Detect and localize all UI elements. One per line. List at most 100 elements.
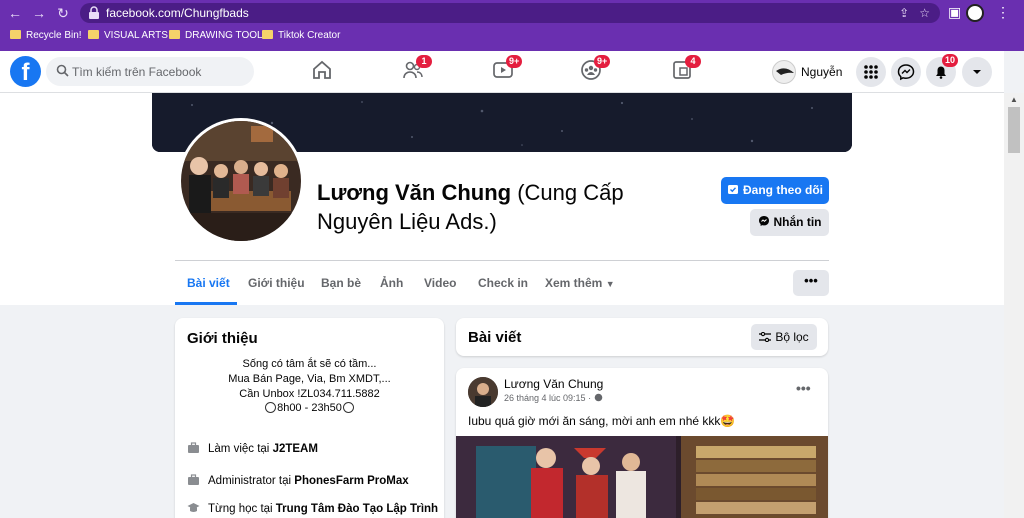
bookmark-visual-arts[interactable]: VISUAL ARTS (88, 30, 168, 41)
reload-icon[interactable]: ↻ (54, 4, 72, 22)
filter-icon (759, 331, 772, 343)
tab-more[interactable]: Xem thêm ▼ (545, 276, 615, 290)
posts-header-card: Bài viết Bộ lọc (456, 318, 828, 356)
gaming-badge: 4 (685, 55, 701, 68)
bio-hours: 8h00 - 23h50 (175, 402, 444, 414)
menu-dots-icon[interactable]: ⋮ (996, 4, 1010, 21)
notifications-badge: 10 (942, 54, 959, 67)
message-label: Nhắn tin (773, 215, 822, 229)
bookmark-tiktok-creator[interactable]: Tiktok Creator (262, 30, 340, 41)
nav-home[interactable] (311, 59, 339, 87)
groups-badge: 9+ (594, 55, 611, 68)
messenger-icon (758, 216, 769, 226)
folder-icon (10, 30, 21, 39)
more-options-button[interactable]: ••• (793, 270, 829, 296)
bookmark-recycle-bin[interactable]: Recycle Bin! (10, 30, 82, 41)
bio-line: Sống có tâm ắt sẽ có tầm... (242, 358, 377, 370)
admin-link[interactable]: PhonesFarm ProMax (294, 475, 408, 487)
nav-watch[interactable]: 9+ (492, 55, 523, 87)
avatar[interactable] (468, 377, 498, 407)
nav-gaming[interactable]: 4 (671, 55, 701, 87)
scroll-up-icon[interactable]: ▲ (1010, 95, 1018, 104)
search-box[interactable] (46, 57, 254, 86)
tab-photos[interactable]: Ảnh (380, 276, 403, 290)
folder-icon (88, 30, 99, 39)
tab-check-ins[interactable]: Check in (478, 276, 528, 290)
forward-icon[interactable]: → (30, 4, 48, 22)
url-actions: ⇪ ☆ (889, 6, 930, 20)
watch-badge: 9+ (506, 55, 523, 68)
filter-label: Bộ lọc (775, 330, 809, 344)
intro-card: Giới thiệu Sống có tâm ắt sẽ có tầm... M… (175, 318, 444, 518)
message-button[interactable]: Nhắn tin (750, 209, 829, 236)
apps-grid-icon (864, 65, 878, 79)
address-row: ← → ↻ facebook.com/Chungfbads ⇪ ☆ ▣ ⋮ (0, 0, 1024, 26)
post-image[interactable] (456, 436, 828, 518)
post-time[interactable]: 26 tháng 4 lúc 09:15 · (504, 393, 603, 403)
posts-title: Bài viết (468, 329, 522, 346)
url-text: facebook.com/Chungfbads (106, 6, 249, 20)
tab-posts[interactable]: Bài viết (187, 276, 230, 290)
filter-button[interactable]: Bộ lọc (751, 324, 817, 350)
browser-chrome: ← → ↻ facebook.com/Chungfbads ⇪ ☆ ▣ ⋮ Rec… (0, 0, 1024, 51)
clock-icon (342, 402, 354, 413)
profile-picture[interactable] (178, 118, 304, 244)
tab-videos[interactable]: Video (424, 276, 456, 290)
tab-friends[interactable]: Bạn bè (321, 276, 361, 290)
page-scrollbar[interactable]: ▲ (1004, 93, 1024, 518)
clock-icon (265, 402, 277, 413)
bookmark-drawing-tool[interactable]: DRAWING TOOL (169, 30, 263, 41)
profile-divider (175, 260, 829, 261)
bookmarks-bar: Recycle Bin! VISUAL ARTS DRAWING TOOL Ti… (0, 27, 1024, 47)
following-button[interactable]: Đang theo dõi (721, 177, 829, 204)
bio-line: Mua Bán Page, Via, Bm XMDT,... (228, 373, 391, 385)
profile-photo (181, 121, 301, 241)
briefcase-icon (188, 474, 199, 485)
page-title: Lương Văn Chung (Cung Cấp Nguyên Liệu Ad… (317, 178, 667, 236)
scrollbar-thumb[interactable] (1008, 107, 1020, 153)
facebook-header: f 1 9+ 9+ 4 Nguyễn 10 (0, 51, 1004, 93)
workplace-link[interactable]: J2TEAM (273, 443, 318, 455)
folder-icon (169, 30, 180, 39)
tab-more-label: Xem thêm (545, 276, 603, 290)
tab-about[interactable]: Giới thiệu (248, 276, 305, 290)
globe-icon (594, 393, 602, 402)
post-author[interactable]: Lương Văn Chung (504, 377, 603, 391)
address-bar[interactable]: facebook.com/Chungfbads ⇪ ☆ (80, 3, 940, 23)
facebook-logo-icon[interactable]: f (10, 56, 41, 87)
browser-profile-avatar[interactable] (966, 4, 984, 22)
active-tab-indicator (175, 302, 237, 305)
messenger-icon (897, 64, 915, 81)
bio-line: Cần Unbox !ZL034.711.5882 (239, 388, 380, 400)
intro-education: Từng học tại Trung Tâm Đào Tạo Lập Trình (187, 502, 438, 515)
caret-down-icon (973, 70, 981, 74)
profile-name: Lương Văn Chung (317, 180, 512, 205)
nav-friends[interactable]: 1 (402, 55, 432, 87)
star-icon[interactable]: ☆ (919, 6, 930, 20)
profile-shortcut-name: Nguyễn (801, 65, 843, 79)
sidebar-icon[interactable]: ▣ (948, 4, 961, 21)
menu-button[interactable] (856, 57, 886, 87)
search-icon (56, 64, 69, 77)
caret-down-icon: ▼ (605, 279, 615, 289)
search-input[interactable] (72, 62, 247, 81)
follow-icon (728, 185, 738, 194)
nav-groups[interactable]: 9+ (580, 55, 611, 87)
lock-icon (89, 6, 99, 19)
home-icon (313, 60, 331, 79)
intro-title: Giới thiệu (187, 330, 258, 347)
briefcase-icon (188, 442, 199, 453)
graduation-cap-icon (187, 503, 200, 512)
notifications-button[interactable]: 10 (926, 54, 959, 87)
messenger-button[interactable] (891, 57, 921, 87)
back-icon[interactable]: ← (6, 4, 24, 22)
folder-icon (262, 30, 273, 39)
school-link[interactable]: Trung Tâm Đào Tạo Lập Trình (276, 503, 438, 515)
post-card: Lương Văn Chung 26 tháng 4 lúc 09:15 · •… (456, 368, 828, 518)
avatar (772, 60, 796, 84)
following-label: Đang theo dõi (743, 183, 823, 197)
account-button[interactable] (962, 57, 992, 87)
post-options-button[interactable]: ••• (796, 380, 811, 396)
share-icon[interactable]: ⇪ (899, 6, 909, 20)
intro-work: Làm việc tại J2TEAM (187, 442, 318, 455)
